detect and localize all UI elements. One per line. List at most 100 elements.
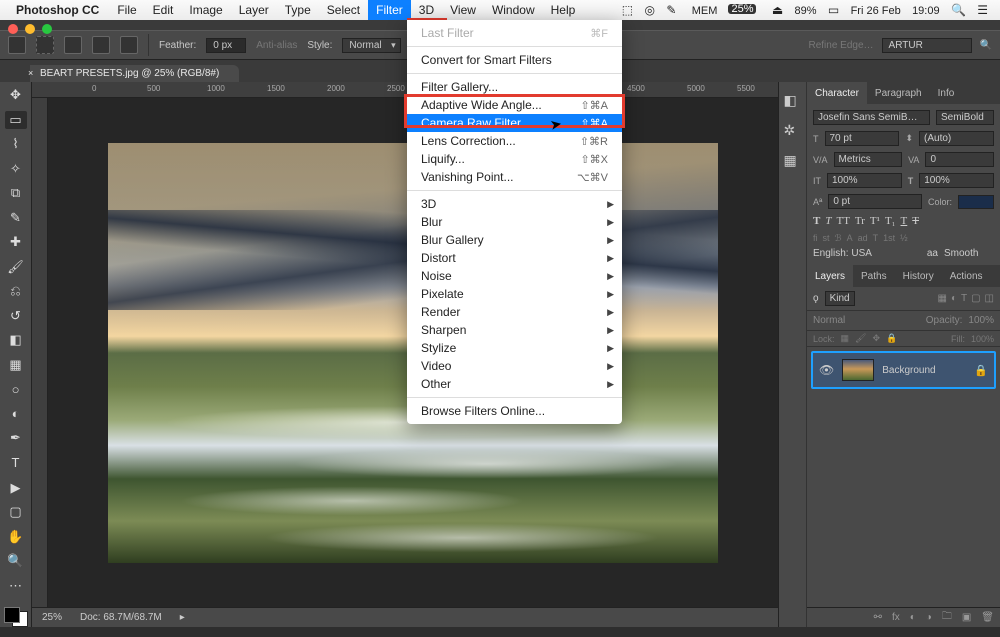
menuitem-filter-gallery[interactable]: Filter Gallery... bbox=[407, 78, 622, 96]
layer-thumbnail[interactable] bbox=[842, 359, 874, 381]
filter-kind-icon[interactable]: ϙ bbox=[813, 293, 819, 304]
menuitem-liquify[interactable]: Liquify...⇧⌘X bbox=[407, 150, 622, 168]
blend-mode-select[interactable]: Normal bbox=[813, 315, 920, 326]
menuitem-blur[interactable]: Blur bbox=[407, 213, 622, 231]
status-chevron-icon[interactable]: ▸ bbox=[180, 612, 185, 623]
layer-name[interactable]: Background bbox=[882, 365, 935, 376]
filter-pixel-icon[interactable]: ▦ bbox=[937, 293, 946, 304]
menuitem-pixelate[interactable]: Pixelate bbox=[407, 285, 622, 303]
fx-icon[interactable]: fx bbox=[892, 612, 900, 623]
vscale-field[interactable]: 100% bbox=[827, 173, 902, 188]
adjustments-panel-icon[interactable]: ◧ bbox=[784, 92, 802, 110]
evernote-icon[interactable]: ✎ bbox=[666, 3, 676, 17]
filter-shape-icon[interactable]: ▢ bbox=[971, 293, 980, 304]
eject-icon[interactable]: ⏏ bbox=[772, 3, 783, 17]
link-layers-icon[interactable]: ⚯ bbox=[874, 612, 882, 623]
menuitem-render[interactable]: Render bbox=[407, 303, 622, 321]
pen-tool[interactable]: ✒ bbox=[5, 429, 27, 448]
menuitem-convert-smart[interactable]: Convert for Smart Filters bbox=[407, 51, 622, 69]
styles-panel-icon[interactable]: ✲ bbox=[784, 122, 802, 140]
menu-help[interactable]: Help bbox=[543, 0, 584, 20]
tab-character[interactable]: Character bbox=[807, 82, 867, 104]
ruler-horizontal[interactable]: 0 500 1000 1500 2000 2500 3000 3500 4000… bbox=[32, 82, 778, 98]
lock-trans-icon[interactable]: ▦ bbox=[841, 333, 850, 344]
antialias-select[interactable]: Smooth bbox=[944, 248, 994, 259]
style-select[interactable]: Normal bbox=[342, 38, 400, 53]
menu-type[interactable]: Type bbox=[277, 0, 319, 20]
doc-size[interactable]: Doc: 68.7M/68.7M bbox=[80, 612, 162, 623]
eyedropper-tool[interactable]: ✎ bbox=[5, 209, 27, 228]
healing-brush-tool[interactable]: ✚ bbox=[5, 233, 27, 252]
small-caps-button[interactable]: Tr bbox=[855, 215, 865, 227]
edit-toolbar[interactable]: ⋯ bbox=[5, 576, 27, 595]
minimize-window-icon[interactable] bbox=[25, 24, 35, 34]
fill-field[interactable]: 100% bbox=[971, 334, 994, 344]
gradient-tool[interactable]: ▦ bbox=[5, 356, 27, 375]
crop-tool[interactable]: ⧉ bbox=[5, 184, 27, 203]
lock-all-icon[interactable]: 🔒 bbox=[886, 333, 897, 344]
zoom-window-icon[interactable] bbox=[42, 24, 52, 34]
path-select-tool[interactable]: ▶ bbox=[5, 478, 27, 497]
hand-tool[interactable]: ✋ bbox=[5, 527, 27, 546]
text-color-swatch[interactable] bbox=[958, 195, 994, 209]
tab-paths[interactable]: Paths bbox=[853, 265, 895, 287]
menuitem-camera-raw-filter[interactable]: Camera Raw Filter...⇧⌘A bbox=[407, 114, 622, 132]
foreground-color-swatch[interactable] bbox=[4, 607, 20, 623]
lock-image-icon[interactable]: 🖌 bbox=[855, 333, 866, 344]
date[interactable]: Fri 26 Feb bbox=[851, 5, 901, 17]
swatches-panel-icon[interactable]: ▦ bbox=[784, 152, 802, 170]
mask-icon[interactable]: ◐ bbox=[910, 612, 916, 623]
brush-tool[interactable]: 🖌 bbox=[5, 258, 27, 277]
strikethrough-button[interactable]: Ŧ bbox=[912, 215, 919, 227]
marquee-shape-icon[interactable] bbox=[36, 36, 54, 54]
magic-wand-tool[interactable]: ✧ bbox=[5, 160, 27, 179]
menuitem-vanishing-point[interactable]: Vanishing Point...⌥⌘V bbox=[407, 168, 622, 186]
menu-view[interactable]: View bbox=[442, 0, 484, 20]
opacity-field[interactable]: 100% bbox=[968, 315, 994, 326]
eraser-tool[interactable]: ◧ bbox=[5, 331, 27, 350]
refine-edge-button[interactable]: Refine Edge… bbox=[809, 40, 874, 51]
spotlight-icon[interactable]: 🔍 bbox=[951, 3, 966, 17]
menuitem-video[interactable]: Video bbox=[407, 357, 622, 375]
app-name[interactable]: Photoshop CC bbox=[16, 3, 99, 17]
search-icon[interactable]: 🔍 bbox=[980, 40, 992, 51]
menu-layer[interactable]: Layer bbox=[231, 0, 277, 20]
filter-adjust-icon[interactable]: ◐ bbox=[951, 293, 957, 304]
tracking-field[interactable]: 0 bbox=[925, 152, 994, 167]
blur-tool[interactable]: ○ bbox=[5, 380, 27, 399]
marquee-tool[interactable]: ▭ bbox=[5, 111, 27, 130]
layer-row-background[interactable]: 👁 Background 🔒 bbox=[811, 351, 996, 389]
intersect-selection-icon[interactable] bbox=[120, 36, 138, 54]
menu-window[interactable]: Window bbox=[484, 0, 543, 20]
hscale-field[interactable]: 100% bbox=[919, 173, 994, 188]
menuitem-distort[interactable]: Distort bbox=[407, 249, 622, 267]
menuitem-3d[interactable]: 3D bbox=[407, 195, 622, 213]
time[interactable]: 19:09 bbox=[912, 5, 940, 17]
tab-actions[interactable]: Actions bbox=[942, 265, 991, 287]
feather-field[interactable]: 0 px bbox=[206, 38, 246, 53]
menuitem-other[interactable]: Other bbox=[407, 375, 622, 393]
trash-icon[interactable]: 🗑 bbox=[981, 612, 994, 623]
menu-filter[interactable]: Filter bbox=[368, 0, 411, 20]
filter-type-icon[interactable]: T bbox=[961, 293, 967, 304]
clone-stamp-tool[interactable]: ⎌ bbox=[5, 282, 27, 301]
dodge-tool[interactable]: ◐ bbox=[5, 405, 27, 424]
menuitem-stylize[interactable]: Stylize bbox=[407, 339, 622, 357]
faux-italic-button[interactable]: T bbox=[825, 215, 831, 227]
lock-pos-icon[interactable]: ✥ bbox=[872, 333, 880, 344]
adjustment-icon[interactable]: ◑ bbox=[926, 612, 932, 623]
menuitem-browse-filters[interactable]: Browse Filters Online... bbox=[407, 402, 622, 420]
dropbox-icon[interactable]: ⬚ bbox=[622, 3, 633, 17]
faux-bold-button[interactable]: T bbox=[813, 215, 820, 227]
menu-image[interactable]: Image bbox=[181, 0, 230, 20]
filter-kind-select[interactable]: Kind bbox=[825, 291, 855, 306]
workspace-switcher[interactable]: ARTUR bbox=[882, 38, 972, 53]
tab-layers[interactable]: Layers bbox=[807, 265, 853, 287]
menu-edit[interactable]: Edit bbox=[145, 0, 182, 20]
tab-history[interactable]: History bbox=[895, 265, 942, 287]
color-swatches[interactable] bbox=[4, 607, 28, 627]
notifications-icon[interactable]: ☰ bbox=[977, 3, 988, 17]
shape-tool[interactable]: ▢ bbox=[5, 503, 27, 522]
menuitem-sharpen[interactable]: Sharpen bbox=[407, 321, 622, 339]
language-select[interactable]: English: USA bbox=[813, 248, 921, 259]
